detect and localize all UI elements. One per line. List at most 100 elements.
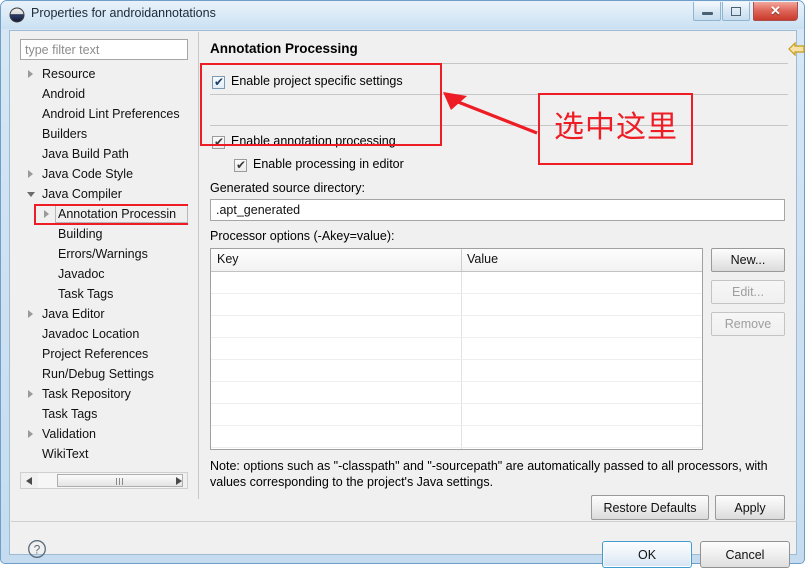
sidebar-item-task-tags[interactable]: Task Tags: [20, 404, 188, 424]
scrollbar-grip-icon: [116, 478, 125, 485]
sidebar-item-label: Android: [42, 87, 86, 101]
sidebar-item-label: Validation: [42, 427, 96, 441]
column-divider[interactable]: [461, 249, 462, 271]
sidebar-item-javadoc-location[interactable]: Javadoc Location: [20, 324, 188, 344]
maximize-button[interactable]: [722, 2, 750, 21]
preferences-tree[interactable]: Resource Android Android Lint Preferences B…: [20, 64, 188, 469]
column-header-key[interactable]: Key: [217, 252, 239, 266]
group-separator-2: [210, 125, 788, 126]
table-row[interactable]: [211, 272, 702, 294]
scroll-right-icon[interactable]: [176, 477, 182, 485]
check-icon: ✔: [214, 135, 225, 149]
sidebar-item-building[interactable]: Building: [20, 224, 188, 244]
check-icon: ✔: [214, 75, 225, 89]
chevron-right-icon[interactable]: [28, 430, 33, 438]
sidebar-item-android[interactable]: Android: [20, 84, 188, 104]
sidebar-item-label: Task Tags: [58, 287, 114, 301]
chevron-right-icon[interactable]: [28, 390, 33, 398]
chevron-right-icon[interactable]: [28, 310, 33, 318]
table-header-row: Key Value: [211, 249, 702, 272]
sidebar-item-label: Builders: [42, 127, 88, 141]
sidebar-item-label: Android Lint Preferences: [42, 107, 180, 121]
scrollbar-track[interactable]: [38, 473, 183, 488]
sidebar-item-label: Task Tags: [42, 407, 98, 421]
processor-options-table[interactable]: Key Value: [210, 248, 703, 450]
minimize-icon: [694, 2, 720, 20]
close-button[interactable]: ✕: [753, 2, 798, 21]
sidebar-item-javadoc[interactable]: Javadoc: [20, 264, 188, 284]
page-title: Annotation Processing: [210, 41, 358, 56]
help-question-icon[interactable]: ?: [27, 539, 47, 559]
sidebar-item-task-repository[interactable]: Task Repository: [20, 384, 188, 404]
sidebar-item-builders[interactable]: Builders: [20, 124, 188, 144]
sidebar-item-label: Annotation Processin: [58, 207, 177, 221]
sidebar-item-java-compiler[interactable]: Java Compiler: [20, 184, 188, 204]
sidebar-item-label: Java Compiler: [42, 187, 122, 201]
chevron-right-icon[interactable]: [28, 70, 33, 78]
chevron-down-icon[interactable]: [27, 192, 35, 197]
maximize-icon: [723, 2, 749, 20]
scrollbar-thumb[interactable]: [57, 474, 183, 487]
checkbox-label: Enable annotation processing: [231, 134, 396, 148]
properties-dialog-window: Properties for androidannotations ✕ Reso…: [0, 0, 805, 568]
sidebar-item-label: Building: [58, 227, 103, 241]
sidebar-item-validation[interactable]: Validation: [20, 424, 188, 444]
restore-defaults-button[interactable]: Restore Defaults: [591, 495, 709, 520]
window-titlebar: Properties for androidannotations ✕: [1, 1, 804, 29]
sidebar-item-errors-warnings[interactable]: Errors/Warnings: [20, 244, 188, 264]
check-icon: ✔: [236, 158, 247, 172]
checkbox-label: Enable processing in editor: [253, 157, 404, 171]
dialog-body: Resource Android Android Lint Preferences B…: [9, 30, 805, 568]
sidebar-item-resource[interactable]: Resource: [20, 64, 188, 84]
remove-button: Remove: [711, 312, 785, 336]
sidebar-item-label: Project References: [42, 347, 149, 361]
checkbox-box[interactable]: ✔: [212, 76, 225, 89]
column-header-value[interactable]: Value: [467, 252, 498, 266]
close-icon: ✕: [770, 3, 781, 18]
sidebar-item-wikitext[interactable]: WikiText: [20, 444, 188, 464]
tree-horizontal-scrollbar[interactable]: [20, 472, 188, 489]
table-row[interactable]: [211, 360, 702, 382]
generated-source-directory-input[interactable]: [210, 199, 785, 221]
table-row[interactable]: [211, 382, 702, 404]
sidebar-item-java-build-path[interactable]: Java Build Path: [20, 144, 188, 164]
sidebar-item-label: Resource: [42, 67, 96, 81]
minimize-button[interactable]: [693, 2, 721, 21]
generated-source-directory-label: Generated source directory:: [210, 181, 365, 195]
table-row[interactable]: [211, 338, 702, 360]
checkbox-box[interactable]: ✔: [212, 136, 225, 149]
chevron-right-icon[interactable]: [28, 170, 33, 178]
scroll-left-icon[interactable]: [26, 477, 32, 485]
new-button[interactable]: New...: [711, 248, 785, 272]
sidebar-item-label: Task Repository: [42, 387, 131, 401]
back-arrow-icon[interactable]: [788, 41, 805, 61]
sidebar-item-java-code-style[interactable]: Java Code Style: [20, 164, 188, 184]
sidebar-item-android-lint-preferences[interactable]: Android Lint Preferences: [20, 104, 188, 124]
table-row[interactable]: [211, 426, 702, 448]
checkbox-box[interactable]: ✔: [234, 159, 247, 172]
sidebar-item-label: Java Code Style: [42, 167, 134, 181]
group-separator-1: [210, 94, 788, 95]
sidebar-item-label: Java Build Path: [42, 147, 129, 161]
window-title: Properties for androidannotations: [31, 6, 216, 20]
sidebar-item-label: Run/Debug Settings: [42, 367, 154, 381]
sidebar-item-label: Java Editor: [42, 307, 105, 321]
sidebar-item-run-debug-settings[interactable]: Run/Debug Settings: [20, 364, 188, 384]
svg-text:?: ?: [34, 543, 41, 557]
sidebar-item-label: Javadoc Location: [42, 327, 140, 341]
sidebar-item-task-tags[interactable]: Task Tags: [20, 284, 188, 304]
sidebar-item-project-references[interactable]: Project References: [20, 344, 188, 364]
sidebar-item-label: Errors/Warnings: [58, 247, 148, 261]
sidebar-item-java-editor[interactable]: Java Editor: [20, 304, 188, 324]
header-separator: [210, 63, 788, 64]
apply-button[interactable]: Apply: [715, 495, 785, 520]
note-text: Note: options such as "-classpath" and "…: [210, 459, 768, 489]
table-row[interactable]: [211, 404, 702, 426]
table-row[interactable]: [211, 294, 702, 316]
sidebar-item-label: Javadoc: [58, 267, 105, 281]
table-row[interactable]: [211, 316, 702, 338]
checkbox-label: Enable project specific settings: [231, 74, 403, 88]
footer-separator: [11, 521, 797, 522]
preferences-tree-pane: Resource Android Android Lint Preferences B…: [11, 32, 197, 499]
filter-input[interactable]: [20, 39, 188, 60]
